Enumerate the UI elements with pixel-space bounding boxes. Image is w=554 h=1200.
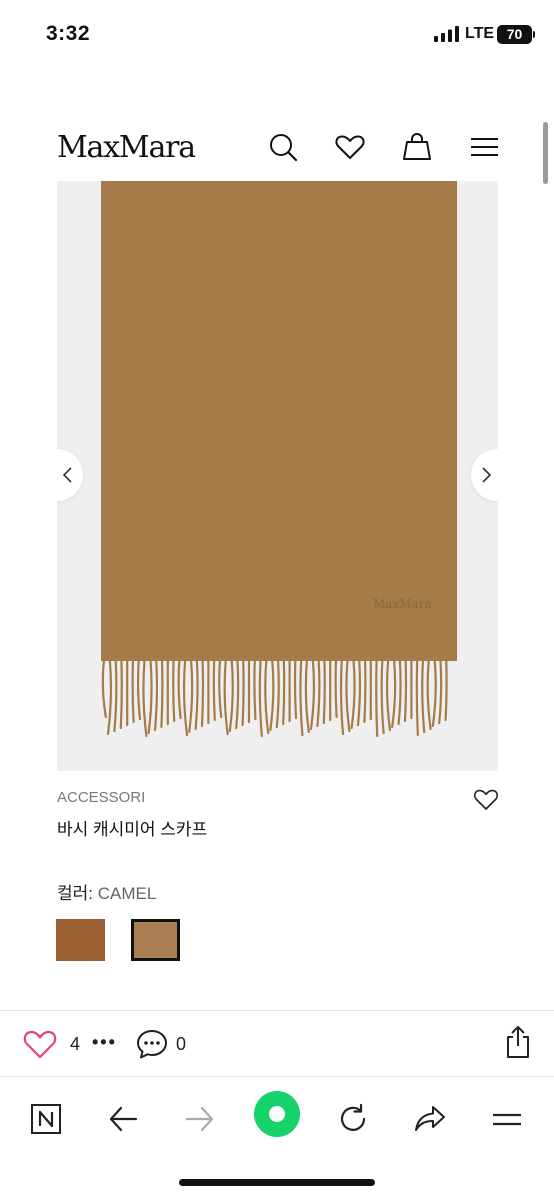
scarf-fringe xyxy=(101,659,448,738)
scarf-brand-mark: MaxMara xyxy=(373,597,432,611)
signal-icon xyxy=(434,26,459,42)
brand-logo[interactable]: MaxMara xyxy=(57,130,196,165)
network-type: LTE xyxy=(465,25,495,42)
bag-icon[interactable] xyxy=(400,130,434,164)
share-arrow-icon[interactable] xyxy=(408,1097,452,1141)
reload-icon[interactable] xyxy=(331,1097,375,1141)
forward-icon[interactable] xyxy=(178,1097,222,1141)
search-icon[interactable] xyxy=(266,130,300,164)
comment-count: 0 xyxy=(176,1034,187,1054)
site-header: MaxMara xyxy=(0,118,554,178)
next-image-button[interactable] xyxy=(471,449,498,501)
home-dot xyxy=(269,1106,285,1122)
color-value: CAMEL xyxy=(97,884,157,903)
chevron-left-icon xyxy=(62,467,72,483)
more-options-button[interactable]: ••• xyxy=(92,1032,117,1053)
like-count: 4 xyxy=(70,1034,81,1054)
browser-toolbar xyxy=(0,1076,554,1200)
product-title: 바시 캐시미어 스카프 xyxy=(57,820,208,839)
swatch-brown[interactable] xyxy=(56,919,105,961)
naver-icon[interactable] xyxy=(24,1097,68,1141)
heart-icon[interactable] xyxy=(333,130,367,164)
battery-icon: 70 xyxy=(497,25,532,44)
comment-icon[interactable] xyxy=(135,1028,169,1060)
menu-icon[interactable] xyxy=(467,130,501,164)
prev-image-button[interactable] xyxy=(57,449,83,501)
battery-tip xyxy=(533,31,535,38)
product-image[interactable]: MaxMara xyxy=(57,181,498,771)
social-bar: 4 ••• 0 xyxy=(0,1010,554,1076)
wishlist-heart-icon[interactable] xyxy=(472,786,500,812)
home-icon[interactable] xyxy=(254,1091,300,1137)
toolbar-menu-icon[interactable] xyxy=(485,1097,529,1141)
status-time: 3:32 xyxy=(46,22,91,45)
product-category[interactable]: ACCESSORI xyxy=(57,789,145,806)
color-label-prefix: 컬러: xyxy=(57,884,98,903)
like-heart-icon[interactable] xyxy=(22,1028,58,1060)
home-indicator xyxy=(179,1179,375,1186)
color-label: 컬러: CAMEL xyxy=(57,879,156,904)
back-icon[interactable] xyxy=(101,1097,145,1141)
status-bar: 3:32 LTE 70 xyxy=(0,0,554,70)
swatch-camel[interactable] xyxy=(131,919,180,961)
share-icon[interactable] xyxy=(503,1024,533,1060)
chevron-right-icon xyxy=(482,467,492,483)
scarf-image xyxy=(101,181,457,661)
